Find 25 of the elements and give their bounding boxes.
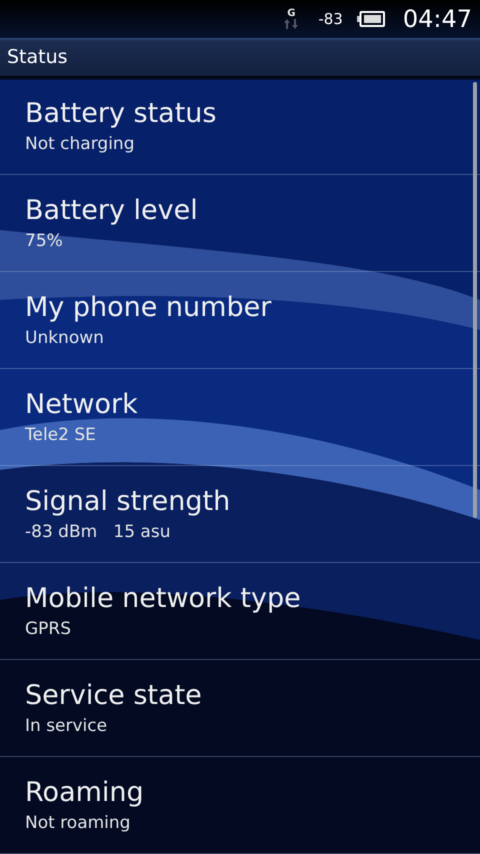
row-value: Unknown <box>25 327 105 350</box>
row-title: Mobile network type <box>25 582 302 616</box>
row-title: Service state <box>25 679 203 713</box>
row-value: Tele2 SE <box>25 424 97 447</box>
data-arrows-icon <box>284 19 298 29</box>
screen-title: Status <box>7 46 68 68</box>
status-row[interactable]: Service state In service <box>0 660 480 757</box>
row-title: My phone number <box>25 291 272 325</box>
row-value: 75% <box>25 230 64 253</box>
status-row[interactable]: Mobile network type GPRS <box>0 563 480 660</box>
row-value: In service <box>25 715 108 738</box>
status-row[interactable]: Roaming Not roaming <box>0 757 480 854</box>
row-value: GPRS <box>25 618 72 641</box>
row-title: Roaming <box>25 776 145 810</box>
network-type-text: G <box>287 9 296 19</box>
battery-icon <box>356 11 385 27</box>
row-title: Battery status <box>25 97 218 131</box>
clock-text: 04:47 <box>402 5 472 33</box>
row-title: Signal strength <box>25 485 232 519</box>
signal-text: -83 <box>318 10 343 28</box>
row-value: -83 dBm 15 asu <box>25 521 172 544</box>
row-value: Not charging <box>25 133 136 156</box>
row-title: Network <box>25 388 139 422</box>
row-value: Not roaming <box>25 812 132 835</box>
row-title: Battery level <box>25 194 199 228</box>
